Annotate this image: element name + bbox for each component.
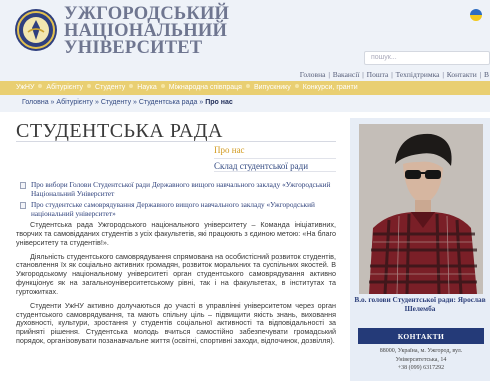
breadcrumb-students[interactable]: Студенту <box>101 99 131 106</box>
submenu-item-council-members[interactable]: Склад студентської ради <box>214 158 336 171</box>
top-link-contacts[interactable]: Контакти <box>447 70 477 79</box>
submenu-item-about[interactable]: Про нас <box>214 145 336 158</box>
university-name[interactable]: УЖГОРОДСЬКИЙ НАЦІОНАЛЬНИЙ УНІВЕРСИТЕТ <box>64 5 264 58</box>
breadcrumb-current: Про нас <box>205 99 233 106</box>
contacts-line: Університетська, 14 <box>395 356 447 363</box>
nav-item-applicants[interactable]: Абітурієнту <box>46 84 83 91</box>
contacts-heading: КОНТАКТИ <box>358 328 484 344</box>
content-paragraph: Студенти УжНУ активно долучаються до уча… <box>16 300 336 346</box>
nav-separator <box>87 84 92 88</box>
top-links: Головна | Вакансії | Пошта | Техпідтримк… <box>299 70 489 79</box>
nav-separator <box>38 84 43 88</box>
breadcrumb-home[interactable]: Головна <box>22 99 49 106</box>
section-submenu: Про нас Склад студентської ради <box>214 145 336 171</box>
document-links: Про вибори Голови Студентської ради Держ… <box>20 180 336 221</box>
university-name-line: УНІВЕРСИТЕТ <box>64 38 203 58</box>
nav-separator <box>245 84 250 88</box>
top-link-vacancies[interactable]: Вакансії <box>333 70 360 79</box>
council-head-caption: В.о. голови Студентської ради: Ярослав Ш… <box>354 295 486 313</box>
document-link-text: Про вибори Голови Студентської ради Держ… <box>31 180 331 198</box>
breadcrumb-separator: » <box>93 99 101 106</box>
nav-separator <box>294 84 299 88</box>
breadcrumb-applicants[interactable]: Абітурієнту <box>56 99 93 106</box>
site-header: УЖГОРОДСЬКИЙ НАЦІОНАЛЬНИЙ УНІВЕРСИТЕТ по… <box>0 0 490 90</box>
council-head-photo <box>359 124 483 294</box>
title-divider <box>16 141 336 142</box>
document-icon <box>20 182 26 189</box>
contacts-line: 88000, Україна, м. Ужгород, вул. <box>379 348 463 354</box>
page-title: СТУДЕНТСЬКА РАДА <box>16 120 223 142</box>
nav-item-international[interactable]: Міжнародна співпраця <box>169 84 242 91</box>
nav-item-grants[interactable]: Конкурси, гранти <box>303 84 358 91</box>
top-link-home[interactable]: Головна <box>300 70 326 79</box>
contacts-info: 88000, Україна, м. Ужгород, вул. Універс… <box>358 347 484 373</box>
nav-separator <box>129 84 134 88</box>
nav-separator <box>160 84 165 88</box>
nav-item-science[interactable]: Наука <box>137 84 156 91</box>
breadcrumb-separator: » <box>131 99 139 106</box>
document-icon <box>20 202 26 210</box>
breadcrumb-student-council[interactable]: Студентська рада <box>139 99 198 106</box>
top-link-mail[interactable]: Пошта <box>367 70 389 79</box>
document-link[interactable]: Про студентське самоврядування Державног… <box>20 200 336 218</box>
contacts-phone[interactable]: +38 (099) 6317292 <box>358 364 484 373</box>
main-content: Студентська рада Ужгородського національ… <box>16 220 336 351</box>
content-paragraph: Студентська рада Ужгородського національ… <box>16 220 336 247</box>
top-link-support[interactable]: Техпідтримка <box>396 70 440 79</box>
top-link-more[interactable]: В <box>484 70 489 79</box>
nav-item-graduates[interactable]: Випускнику <box>254 84 291 91</box>
nav-item-uzhnu[interactable]: УжНУ <box>16 84 34 91</box>
document-link-text: Про студентське самоврядування Державног… <box>31 200 315 218</box>
university-logo[interactable] <box>14 8 58 52</box>
nav-item-students[interactable]: Студенту <box>95 84 125 91</box>
main-nav: УжНУ Абітурієнту Студенту Наука Міжнародна с… <box>0 81 490 95</box>
submenu-divider <box>214 171 336 172</box>
breadcrumb: Головна » Абітурієнту » Студенту » Студе… <box>0 95 490 112</box>
document-link[interactable]: Про вибори Голови Студентської ради Держ… <box>20 180 336 198</box>
search-input[interactable]: пошук... <box>364 51 490 65</box>
content-paragraph: Діяльність студентського самоврядування … <box>16 251 336 296</box>
ukraine-flag-icon[interactable] <box>470 9 482 21</box>
